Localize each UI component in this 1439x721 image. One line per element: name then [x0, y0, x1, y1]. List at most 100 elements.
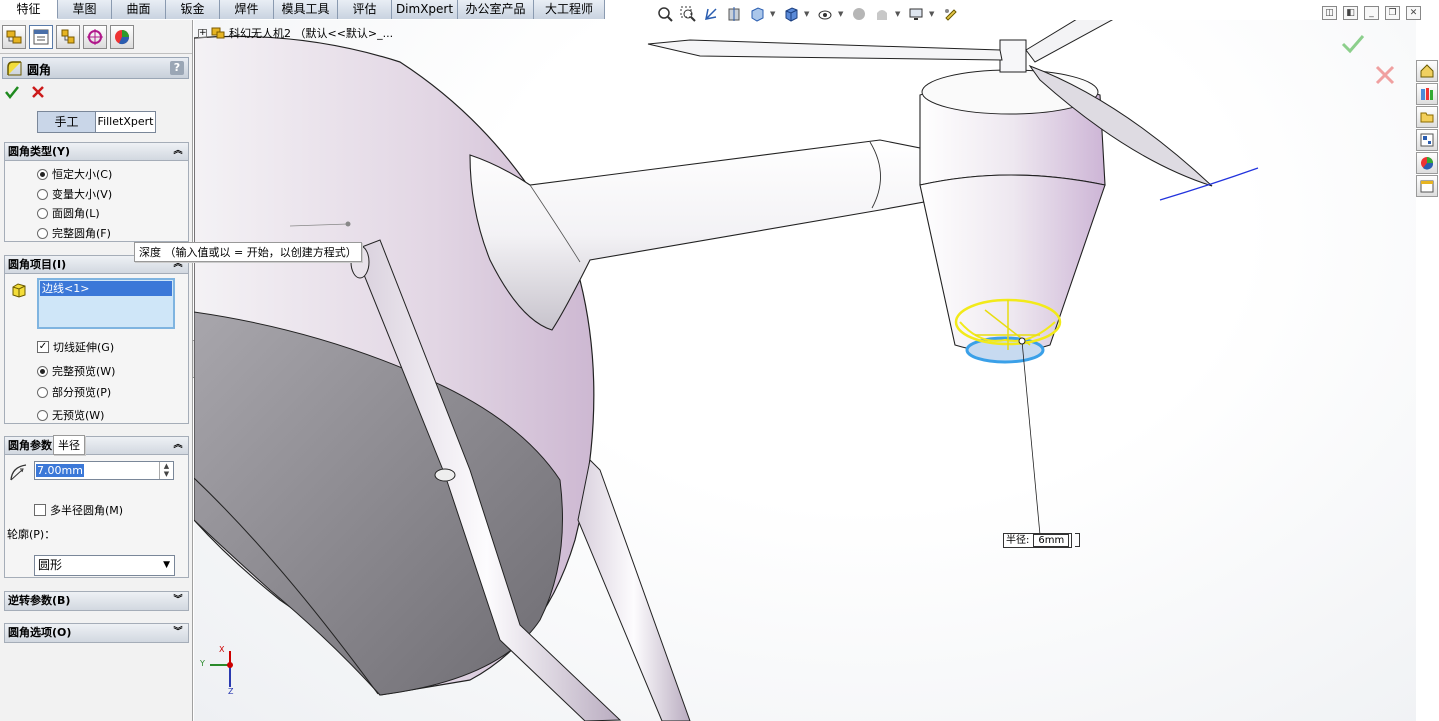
- feature-tree-tab[interactable]: [2, 24, 26, 49]
- tab-sketch[interactable]: 草图: [58, 0, 112, 19]
- checkbox[interactable]: ✓: [37, 341, 49, 353]
- display-manager-tab[interactable]: [110, 24, 134, 49]
- tab-engineer[interactable]: 大工程师: [534, 0, 605, 19]
- library-icon: [1421, 88, 1433, 100]
- triad-z-label: Z: [228, 687, 234, 696]
- radio-full-preview[interactable]: 完整预览(W): [37, 363, 115, 379]
- task-pane-home[interactable]: [1416, 60, 1438, 82]
- minimize-button[interactable]: _: [1364, 6, 1379, 20]
- realview-button[interactable]: [940, 4, 959, 23]
- view-orientation-button[interactable]: [747, 4, 766, 23]
- radius-dimension-callout[interactable]: 半径: 6mm: [1003, 533, 1073, 548]
- cancel-button[interactable]: [30, 84, 46, 103]
- section-view-button[interactable]: [724, 4, 743, 23]
- view-settings-button[interactable]: [906, 4, 925, 23]
- radio-face-fillet[interactable]: 面圆角(L): [37, 205, 100, 221]
- chevron-up-icon[interactable]: ︽: [171, 144, 185, 158]
- chevron-down-icon[interactable]: ▼: [838, 10, 845, 18]
- edit-appearance-button[interactable]: [849, 4, 868, 23]
- profile-dropdown[interactable]: 圆形 ▼: [34, 555, 175, 576]
- fillet-type-header[interactable]: 圆角类型(Y) ︽: [5, 143, 188, 161]
- radio-constant-size[interactable]: 恒定大小(C): [37, 166, 112, 182]
- chevron-down-icon[interactable]: ▼: [895, 10, 902, 18]
- radio-label: 部分预览(P): [52, 386, 112, 399]
- ok-button[interactable]: [4, 84, 20, 103]
- manual-mode-button[interactable]: 手工: [38, 112, 96, 132]
- dimxpert-manager-tab[interactable]: [83, 24, 107, 49]
- tab-evaluate[interactable]: 评估: [338, 0, 392, 19]
- graphics-viewport[interactable]: [194, 20, 1416, 721]
- chevron-down-icon[interactable]: ▼: [804, 10, 811, 18]
- radio-dot[interactable]: [37, 207, 48, 219]
- radio-label: 恒定大小(C): [52, 168, 113, 181]
- chevron-down-icon[interactable]: ︾: [171, 593, 185, 607]
- apply-scene-button[interactable]: [872, 4, 891, 23]
- radio-dot[interactable]: [37, 365, 48, 377]
- tab-dimxpert[interactable]: DimXpert: [392, 0, 458, 19]
- radius-spinner[interactable]: ▲ ▼: [159, 462, 173, 479]
- tab-weldments[interactable]: 焊件: [220, 0, 274, 19]
- feature-tree-flyout[interactable]: + 科幻无人机2 （默认<<默认>_...: [198, 25, 393, 41]
- help-button[interactable]: ?: [170, 61, 184, 75]
- chevron-down-icon[interactable]: ▼: [929, 10, 936, 18]
- tab-features[interactable]: 特征: [0, 0, 58, 19]
- task-pane-appearances[interactable]: [1416, 152, 1438, 174]
- task-pane-design-library[interactable]: [1416, 83, 1438, 105]
- feature-manager-tabs: [0, 20, 192, 54]
- display-style-button[interactable]: [781, 4, 800, 23]
- radio-dot[interactable]: [37, 409, 48, 421]
- radio-dot[interactable]: [37, 386, 48, 398]
- fillet-options-group: 圆角选项(O) ︾: [4, 623, 189, 643]
- checkmark-icon: [5, 86, 19, 100]
- dimension-value[interactable]: 6mm: [1033, 534, 1070, 547]
- previous-view-button[interactable]: [701, 4, 720, 23]
- expand-icon[interactable]: +: [198, 28, 207, 38]
- tile-pane-button[interactable]: ◧: [1343, 6, 1358, 20]
- tangent-propagation-checkbox[interactable]: ✓ 切线延伸(G): [37, 339, 114, 355]
- close-window-button[interactable]: ✕: [1406, 6, 1421, 20]
- configuration-manager-tab[interactable]: [56, 24, 80, 49]
- radio-dot[interactable]: [37, 227, 48, 239]
- zoom-area-button[interactable]: [678, 4, 697, 23]
- task-pane-view-palette[interactable]: [1416, 129, 1438, 151]
- tab-sheet-metal[interactable]: 钣金: [166, 0, 220, 19]
- selection-item[interactable]: 边线<1>: [40, 281, 172, 296]
- edge-selection-list[interactable]: 边线<1>: [37, 278, 175, 329]
- fillet-parameters-header[interactable]: 圆角参数 ︽: [5, 437, 188, 455]
- radio-full-round[interactable]: 完整圆角(F): [37, 225, 111, 241]
- radio-label: 面圆角(L): [52, 207, 100, 220]
- radio-label: 完整圆角(F): [52, 227, 111, 240]
- filletxpert-mode-button[interactable]: FilletXpert: [96, 112, 155, 132]
- monitor-icon: [909, 8, 922, 20]
- radio-dot[interactable]: [37, 188, 48, 200]
- tab-mold-tools[interactable]: 模具工具: [274, 0, 338, 19]
- chevron-down-icon[interactable]: ︾: [171, 625, 185, 639]
- radio-dot[interactable]: [37, 168, 48, 180]
- fillet-options-header[interactable]: 圆角选项(O) ︾: [5, 624, 188, 642]
- radio-variable-size[interactable]: 变量大小(V): [37, 186, 112, 202]
- radio-partial-preview[interactable]: 部分预览(P): [37, 384, 111, 400]
- zoom-to-fit-button[interactable]: [655, 4, 674, 23]
- hide-show-items-button[interactable]: [815, 4, 834, 23]
- tab-surfaces[interactable]: 曲面: [112, 0, 166, 19]
- close-icon: [32, 86, 44, 98]
- radio-no-preview[interactable]: 无预览(W): [37, 407, 104, 423]
- restore-button[interactable]: ❐: [1385, 6, 1400, 20]
- chevron-down-icon[interactable]: ▼: [770, 10, 777, 18]
- appearance-sphere-icon: [852, 7, 865, 20]
- confirm-corner-cancel[interactable]: [1374, 64, 1396, 89]
- tab-office-products[interactable]: 办公室产品: [458, 0, 534, 19]
- property-manager-tab[interactable]: [29, 24, 53, 49]
- reverse-parameters-header[interactable]: 逆转参数(B) ︾: [5, 592, 188, 610]
- chevron-up-icon[interactable]: ︽: [171, 438, 185, 452]
- restore-pane-button[interactable]: ◫: [1322, 6, 1337, 20]
- task-pane-custom-properties[interactable]: [1416, 175, 1438, 197]
- folder-icon: [1420, 112, 1434, 123]
- radius-input[interactable]: 7.00mm ▲ ▼: [34, 461, 174, 480]
- section-view-icon: [728, 6, 739, 21]
- multi-radius-checkbox[interactable]: 多半径圆角(M): [34, 502, 123, 518]
- confirm-corner-ok[interactable]: [1341, 34, 1365, 57]
- lamp-icon: [944, 8, 957, 21]
- task-pane-file-explorer[interactable]: [1416, 106, 1438, 128]
- checkbox[interactable]: [34, 504, 46, 516]
